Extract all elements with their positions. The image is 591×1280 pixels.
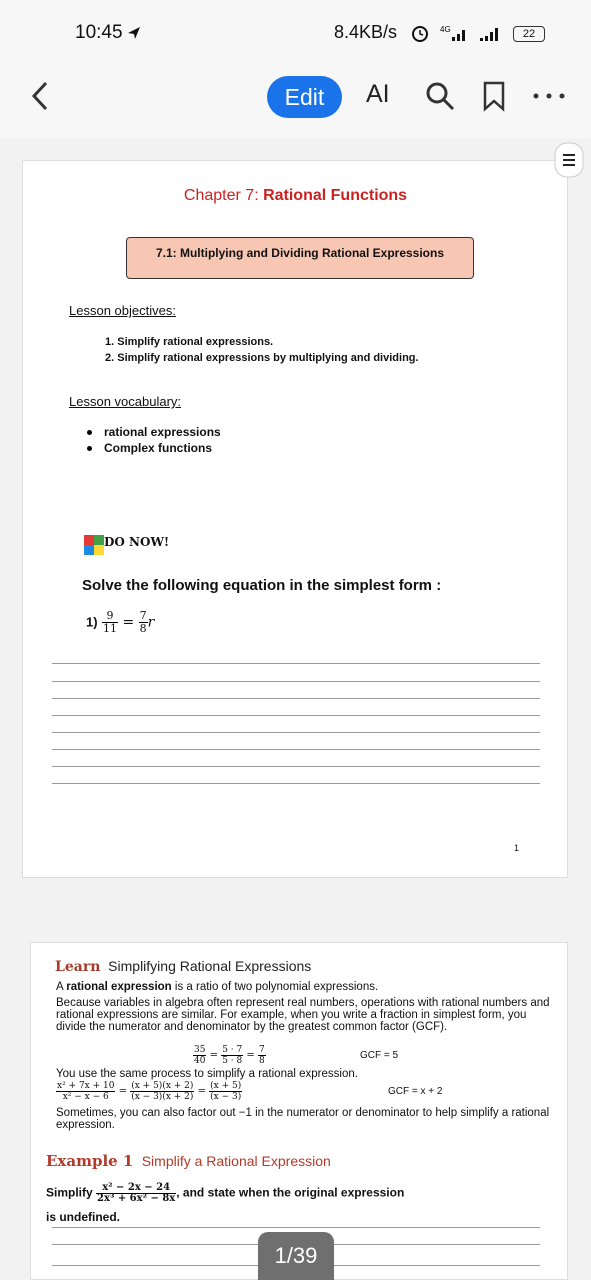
chapter-title: Chapter 7: Rational Functions: [183, 187, 408, 204]
example-prompt-cont: is undefined.: [46, 1210, 121, 1224]
learn-heading: Learn Simplifying Rational Expressions: [55, 958, 312, 975]
bookmark-icon[interactable]: [482, 80, 506, 112]
answer-line: [52, 715, 540, 716]
back-icon[interactable]: [28, 80, 52, 112]
equation: 1) 9 11 = 78r: [86, 609, 155, 635]
answer-line: [52, 681, 540, 682]
vocab-heading: Lesson vocabulary:: [69, 394, 182, 409]
do-now-label: DO NOW!: [104, 535, 170, 549]
objective-item: 1. Simplify rational expressions.: [105, 336, 274, 348]
paragraph: You use the same process to simplify a r…: [56, 1068, 358, 1080]
gcf-label: GCF = x + 2: [388, 1086, 443, 1097]
objectives-heading: Lesson objectives:: [69, 303, 176, 318]
answer-line: [52, 698, 540, 699]
answer-line: [52, 766, 540, 767]
svg-text:4G: 4G: [440, 25, 451, 34]
paragraph: Because variables in algebra often repre…: [56, 997, 550, 1033]
page-indicator: 1/39: [258, 1232, 334, 1280]
alarm-icon: [412, 26, 428, 42]
paragraph: A rational expression is a ratio of two …: [56, 981, 379, 993]
answer-line: [52, 1227, 540, 1228]
search-icon[interactable]: [424, 80, 456, 112]
location-arrow-icon: [128, 27, 140, 39]
gcf-label: GCF = 5: [360, 1050, 399, 1061]
lesson-title-box: 7.1: Multiplying and Dividing Rational E…: [126, 237, 474, 279]
network-speed: 8.4KB/s: [334, 22, 398, 42]
fraction-example: 35 40 = 5 · 75 · 8 = 78: [193, 1045, 266, 1066]
edit-button[interactable]: Edit: [267, 76, 342, 118]
status-time: 10:45: [75, 22, 123, 43]
page-number: 1: [514, 843, 520, 853]
vocab-item: Complex functions: [87, 441, 212, 455]
menu-icon[interactable]: [554, 142, 584, 178]
paragraph: Sometimes, you can also factor out −1 in…: [56, 1107, 550, 1131]
more-icon[interactable]: [532, 92, 566, 100]
answer-line: [52, 732, 540, 733]
ai-button[interactable]: AI: [366, 80, 390, 109]
objective-item: 2. Simplify rational expressions by mult…: [105, 352, 419, 364]
example-prompt: Simplify x² − 2x − 24 2x³ + 6x² − 8x, and…: [46, 1182, 405, 1204]
answer-line: [52, 783, 540, 784]
answer-line: [52, 749, 540, 750]
rational-example: x² + 7x + 10 x² − x − 6 = (x + 5)(x + 2)(…: [56, 1081, 243, 1102]
answer-line: [52, 663, 540, 664]
example-heading: Example 1 Simplify a Rational Expression: [46, 1152, 331, 1170]
vocab-item: rational expressions: [87, 425, 221, 439]
signal-icon: 4G: [440, 25, 498, 41]
battery-indicator: 22: [513, 26, 545, 42]
instruction-text: Solve the following equation in the simp…: [82, 577, 442, 594]
